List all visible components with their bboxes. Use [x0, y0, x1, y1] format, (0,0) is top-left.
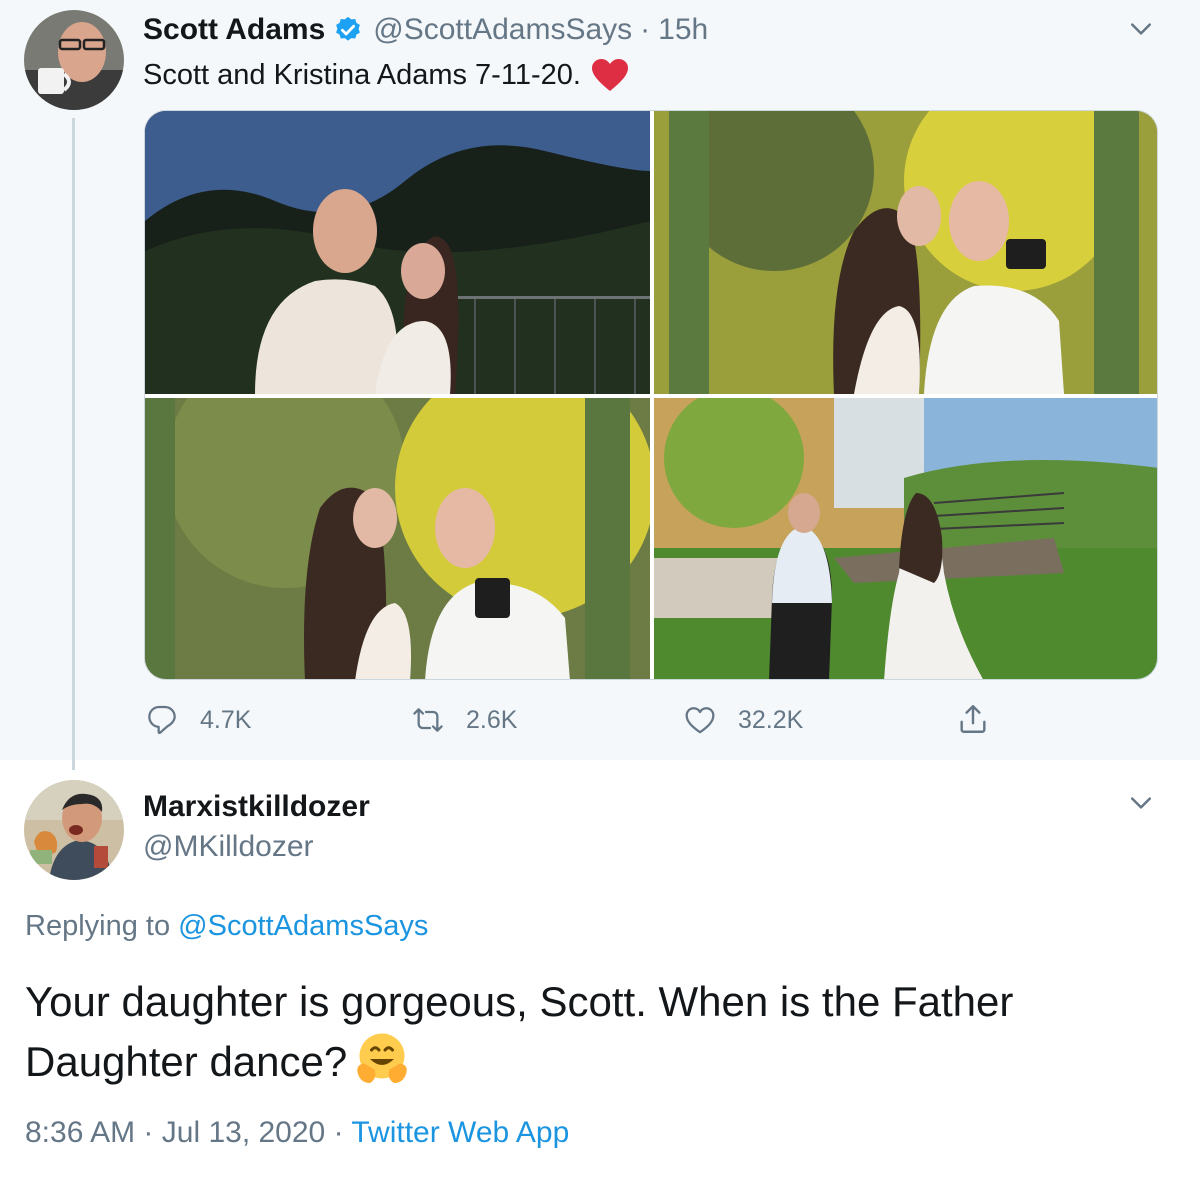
tweet-actions: 4.7K 2.6K 32.2K: [0, 700, 1200, 744]
photo-2[interactable]: [654, 111, 1157, 394]
tweet-text-content: Scott and Kristina Adams 7-11-20.: [143, 58, 581, 91]
tweet-text: Scott and Kristina Adams 7-11-20.: [143, 55, 629, 95]
heart-outline-icon: [685, 707, 715, 734]
tweet-date[interactable]: Jul 13, 2020: [162, 1116, 325, 1149]
avatar[interactable]: [24, 780, 124, 880]
media-grid: [144, 110, 1158, 680]
author-name[interactable]: Marxistkilldozer: [143, 790, 370, 824]
photo-3[interactable]: [145, 398, 650, 679]
separator-dot: ·: [333, 1116, 344, 1149]
reply-icon: [148, 705, 176, 735]
tweet-timestamp[interactable]: 15h: [658, 13, 708, 47]
tweet-time[interactable]: 8:36 AM: [25, 1116, 135, 1149]
retweet-button[interactable]: 2.6K: [412, 704, 517, 736]
thread-line: [72, 118, 75, 770]
verified-badge-icon: [333, 15, 363, 45]
retweet-icon: [413, 708, 443, 732]
author-handle[interactable]: @ScottAdamsSays: [373, 13, 632, 47]
separator-dot: ·: [143, 1116, 154, 1149]
reply-button[interactable]: 4.7K: [146, 704, 251, 736]
reply-text-content: Your daughter is gorgeous, Scott. When i…: [25, 978, 1014, 1085]
chevron-down-icon[interactable]: [1126, 14, 1156, 44]
share-icon: [960, 705, 986, 733]
hugging-face-icon: [355, 1032, 409, 1086]
source-link[interactable]: Twitter Web App: [351, 1116, 569, 1149]
separator-dot: ·: [640, 13, 651, 46]
replying-to-line: Replying to @ScottAdamsSays: [25, 910, 428, 943]
tweet-header: Scott Adams @ScottAdamsSays · 15h: [143, 10, 708, 50]
parent-tweet[interactable]: Scott Adams @ScottAdamsSays · 15h Scott …: [0, 0, 1200, 770]
photo-4[interactable]: [654, 398, 1157, 679]
author-name[interactable]: Scott Adams: [143, 13, 325, 47]
reply-count: 4.7K: [200, 705, 252, 734]
tweet-meta: 8:36 AM · Jul 13, 2020 · Twitter Web App: [25, 1116, 569, 1150]
avatar[interactable]: [24, 10, 124, 110]
author-handle[interactable]: @MKilldozer: [143, 830, 314, 864]
reply-text: Your daughter is gorgeous, Scott. When i…: [25, 972, 1155, 1092]
photo-1[interactable]: [145, 111, 650, 394]
like-count: 32.2K: [738, 705, 804, 734]
mention-link[interactable]: @ScottAdamsSays: [178, 910, 428, 942]
like-button[interactable]: 32.2K: [684, 704, 803, 736]
share-button[interactable]: [956, 702, 1012, 736]
chevron-down-icon[interactable]: [1126, 788, 1156, 818]
replying-to-label: Replying to: [25, 910, 171, 942]
heart-icon: [591, 58, 629, 92]
retweet-count: 2.6K: [466, 705, 518, 734]
